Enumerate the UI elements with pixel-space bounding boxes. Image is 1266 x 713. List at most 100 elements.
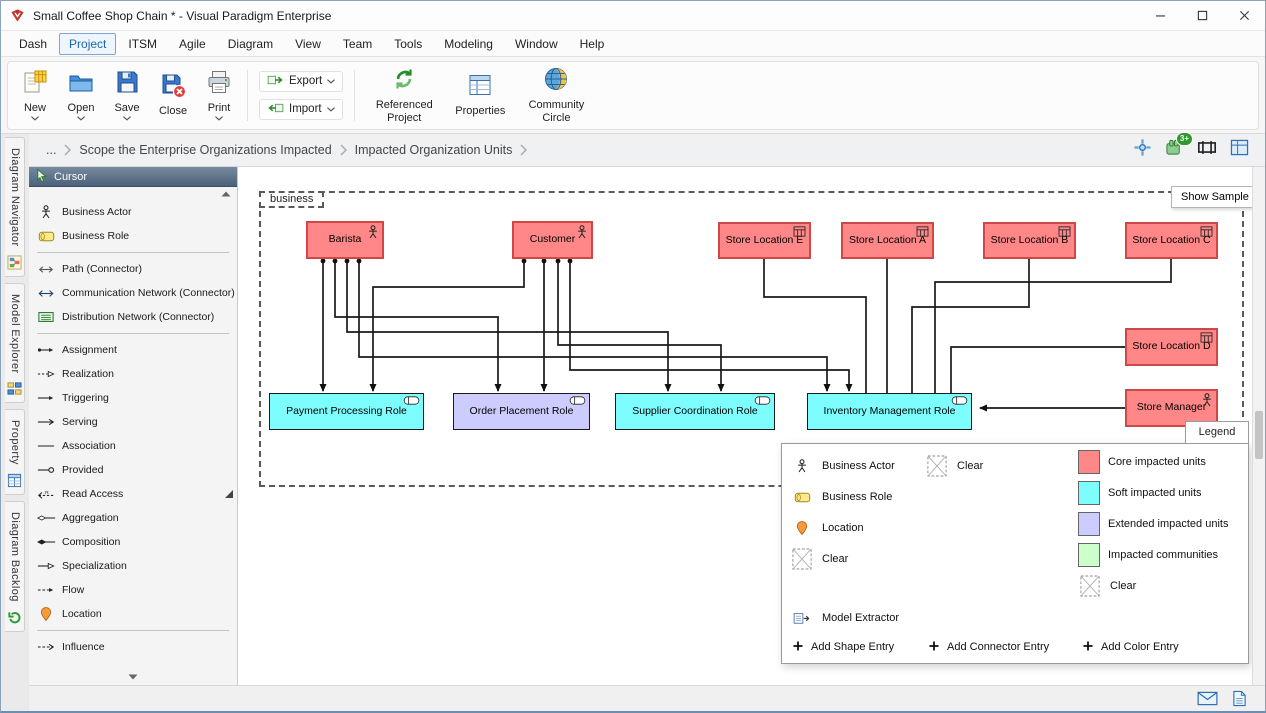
toolbar-button[interactable]: Print: [196, 66, 242, 125]
palette-tool[interactable]: Flow: [29, 578, 237, 602]
palette-tool[interactable]: Influence: [29, 635, 237, 659]
legend-connector-entry[interactable]: Clear: [925, 454, 983, 478]
palette-cursor-tool[interactable]: Cursor: [29, 167, 237, 187]
palette-tool[interactable]: R Read Access: [29, 482, 237, 506]
palette-tool[interactable]: Business Role: [29, 224, 237, 248]
diagram-node-customer[interactable]: Customer: [512, 221, 593, 259]
chevron-down-icon[interactable]: [123, 116, 131, 121]
diagram-node-supplier-coordination-role[interactable]: Supplier Coordination Role: [615, 393, 775, 430]
side-tab[interactable]: Diagram Backlog: [5, 501, 25, 632]
mail-icon[interactable]: [1197, 691, 1218, 706]
count-badge: 3+: [1176, 132, 1193, 146]
toolbar-button[interactable]: Import: [259, 99, 343, 120]
breadcrumb-action-button[interactable]: 3+: [1165, 138, 1184, 162]
palette-tool[interactable]: Aggregation: [29, 506, 237, 530]
diagram-node-barista[interactable]: Barista: [306, 221, 384, 259]
toolbar-button[interactable]: New: [12, 66, 58, 125]
breadcrumb-action-icon: [1197, 140, 1217, 160]
palette-tool[interactable]: Triggering: [29, 386, 237, 410]
toolbar-button[interactable]: Properties: [448, 69, 512, 121]
palette-tool[interactable]: Realization: [29, 362, 237, 386]
menu-item[interactable]: Help: [570, 33, 615, 55]
palette-tool[interactable]: Serving: [29, 410, 237, 434]
legend-color-entry[interactable]: Core impacted units: [1078, 450, 1228, 474]
business-actor-icon: [576, 225, 588, 239]
model-extractor-button[interactable]: Model Extractor: [790, 606, 899, 630]
legend-shape-entry[interactable]: Business Actor: [790, 454, 895, 478]
breadcrumb-item[interactable]: Impacted Organization Units: [350, 143, 518, 157]
minimize-button[interactable]: [1139, 1, 1181, 30]
toolbar-button-icon: [543, 66, 569, 97]
palette-tool[interactable]: Provided: [29, 458, 237, 482]
legend-shape-entry[interactable]: Business Role: [790, 485, 895, 509]
diagram-node-order-placement-role[interactable]: Order Placement Role: [453, 393, 590, 430]
palette-scroll-up-button[interactable]: [221, 191, 231, 197]
menu-item[interactable]: Project: [59, 33, 116, 55]
chevron-down-icon[interactable]: [77, 116, 85, 121]
menu-item[interactable]: Agile: [169, 33, 216, 55]
chevron-down-icon[interactable]: [215, 116, 223, 121]
diagram-node-store-location-a[interactable]: Store Location A: [841, 222, 934, 259]
palette-tool[interactable]: Business Actor: [29, 200, 237, 224]
maximize-button[interactable]: [1181, 1, 1223, 30]
diagram-node-payment-processing-role[interactable]: Payment Processing Role: [269, 393, 424, 430]
legend-color-entry[interactable]: Impacted communities: [1078, 543, 1228, 567]
legend-shape-entry[interactable]: Location: [790, 516, 895, 540]
show-sample-button[interactable]: Show Sample: [1171, 186, 1259, 208]
menu-item[interactable]: Team: [333, 33, 382, 55]
legend-color-entry[interactable]: Extended impacted units: [1078, 512, 1228, 536]
breadcrumb-item[interactable]: ...: [41, 143, 61, 157]
menu-item[interactable]: Diagram: [218, 33, 283, 55]
diagram-node-store-location-d[interactable]: Store Location D: [1125, 328, 1218, 366]
toolbar-button[interactable]: Community Circle: [512, 63, 600, 127]
palette-tool-icon: [36, 205, 56, 219]
chevron-down-icon[interactable]: [31, 116, 39, 121]
diagram-canvas[interactable]: business: [238, 167, 1265, 685]
palette-tool[interactable]: Assignment: [29, 338, 237, 362]
palette-tool[interactable]: Composition: [29, 530, 237, 554]
chevron-down-icon[interactable]: [327, 107, 335, 112]
menu-item[interactable]: Dash: [9, 33, 57, 55]
chevron-down-icon[interactable]: [327, 79, 335, 84]
menu-item[interactable]: ITSM: [118, 33, 167, 55]
legend-shape-entry[interactable]: Clear: [790, 547, 895, 571]
palette-tool-label: Specialization: [62, 560, 127, 572]
menu-item[interactable]: Modeling: [434, 33, 503, 55]
add-connector-entry-button[interactable]: Add Connector Entry: [928, 636, 1049, 658]
palette-tool[interactable]: Association: [29, 434, 237, 458]
toolbar-button[interactable]: Export: [259, 71, 343, 92]
palette-tool[interactable]: Distribution Network (Connector): [29, 305, 237, 329]
breadcrumb-action-button[interactable]: [1230, 139, 1249, 161]
breadcrumb-action-button[interactable]: [1197, 140, 1217, 160]
legend-color-entry[interactable]: Soft impacted units: [1078, 481, 1228, 505]
menu-item[interactable]: Tools: [384, 33, 432, 55]
legend-entry-label: Impacted communities: [1108, 549, 1218, 561]
breadcrumb-action-button[interactable]: [1133, 138, 1152, 162]
palette-scroll-down-button[interactable]: [128, 674, 138, 680]
breadcrumb-item[interactable]: Scope the Enterprise Organizations Impac…: [74, 143, 336, 157]
diagram-node-store-location-b[interactable]: Store Location B: [983, 222, 1076, 259]
add-color-entry-button[interactable]: Add Color Entry: [1082, 636, 1179, 658]
menu-item[interactable]: Window: [505, 33, 568, 55]
diagram-node-store-location-e[interactable]: Store Location E: [718, 222, 811, 259]
document-icon[interactable]: [1232, 690, 1247, 707]
palette-tool[interactable]: Specialization: [29, 554, 237, 578]
legend-color-entry-clear[interactable]: Clear: [1078, 574, 1136, 598]
menu-item[interactable]: View: [285, 33, 331, 55]
palette-tool[interactable]: Communication Network (Connector): [29, 281, 237, 305]
side-tab[interactable]: Diagram Navigator: [5, 137, 25, 277]
toolbar-button[interactable]: Close: [150, 69, 196, 121]
side-tab[interactable]: Property: [5, 409, 25, 495]
add-shape-entry-button[interactable]: Add Shape Entry: [792, 636, 894, 658]
side-tab[interactable]: Model Explorer: [5, 283, 25, 404]
diagram-node-store-location-c[interactable]: Store Location C: [1125, 222, 1218, 259]
vertical-scrollbar[interactable]: [1252, 167, 1265, 685]
legend-panel[interactable]: Legend Business Actor Business Role: [781, 421, 1249, 664]
toolbar-button[interactable]: Save: [104, 66, 150, 125]
palette-tool[interactable]: Location: [29, 602, 237, 626]
close-button[interactable]: [1223, 1, 1265, 30]
toolbar-button[interactable]: Open: [58, 66, 104, 125]
palette-tool[interactable]: Path (Connector): [29, 257, 237, 281]
toolbar-button[interactable]: Referenced Project: [360, 63, 448, 127]
scrollbar-thumb[interactable]: [1255, 411, 1263, 459]
